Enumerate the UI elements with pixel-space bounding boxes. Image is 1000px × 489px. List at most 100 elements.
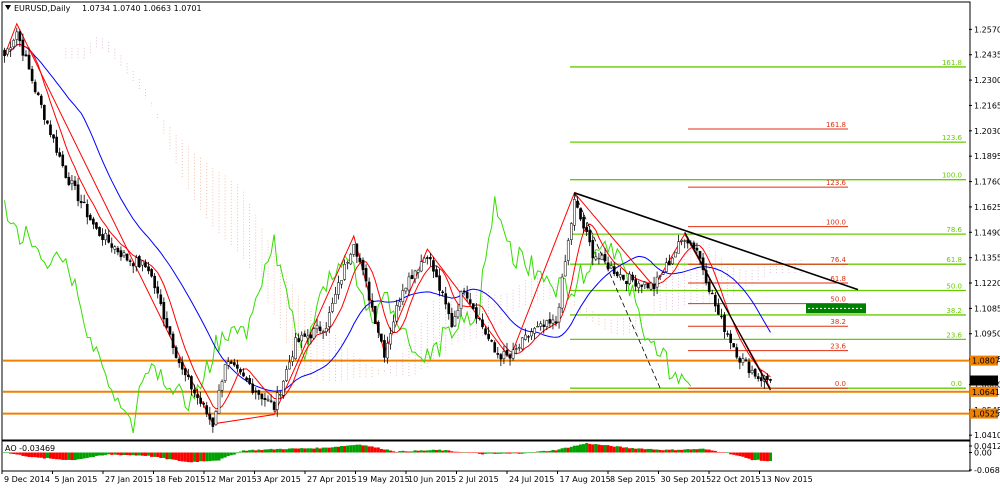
candle-body	[196, 394, 199, 398]
candle-body	[750, 370, 754, 374]
ao-bar	[128, 452, 132, 456]
y-tick-label: 1.1490	[974, 228, 1000, 237]
ao-bar	[542, 450, 546, 453]
ao-bar	[640, 448, 644, 453]
candle-body	[110, 243, 114, 248]
candle-body	[12, 39, 16, 48]
ao-bar	[189, 452, 193, 463]
y-tick-label: 1.2300	[974, 76, 1000, 85]
ao-bar	[196, 452, 200, 463]
ao-label: AO -0.03469	[5, 444, 55, 453]
ao-bar	[226, 452, 230, 457]
ao-bar	[70, 452, 74, 461]
candle-body	[536, 326, 539, 328]
y-tick-label: 1.2435	[974, 51, 1000, 60]
candle-body	[30, 68, 34, 82]
ao-bar	[303, 448, 307, 453]
ohlc-label: 1.0734 1.0740 1.0663 1.0701	[82, 4, 202, 13]
fib-green-label: 161.8	[942, 59, 962, 67]
y-tick-label: 1.0950	[974, 330, 1000, 339]
candle-body	[159, 294, 163, 305]
candle-body	[52, 134, 55, 139]
ao-bar	[306, 448, 310, 453]
ao-bar	[756, 452, 760, 460]
candle-body	[49, 124, 52, 135]
ao-bar	[600, 445, 604, 453]
ao-bar	[174, 452, 178, 460]
ao-bar	[140, 452, 144, 456]
ao-bar	[88, 452, 92, 458]
candle-body	[361, 259, 365, 271]
candle-body	[560, 276, 564, 309]
candle-body	[468, 299, 472, 304]
candle-body	[88, 214, 92, 221]
fib-red-label: 161.8	[826, 121, 846, 129]
ao-bar	[355, 444, 359, 453]
ao-bar	[768, 452, 772, 462]
candle-body	[282, 380, 285, 396]
ao-bar	[352, 445, 356, 453]
ao-bar	[575, 445, 579, 453]
candle-body	[447, 303, 451, 315]
candle-body	[753, 368, 757, 377]
candle-body	[628, 273, 631, 284]
candle-body	[263, 398, 267, 400]
ao-bar	[168, 452, 172, 460]
candle-body	[658, 275, 662, 277]
x-tick-label: 27 Jan 2015	[105, 475, 153, 484]
ao-bar	[61, 452, 65, 460]
ao-bar	[52, 452, 56, 459]
candle-body	[398, 301, 402, 307]
candle-body	[769, 379, 772, 381]
candle-body	[389, 333, 392, 345]
ao-bar	[716, 451, 720, 453]
ao-bar	[324, 447, 328, 453]
candle-body	[511, 349, 515, 359]
candle-body	[33, 81, 37, 93]
candle-body	[548, 319, 552, 324]
fib-green-label: 38.2	[946, 307, 962, 315]
candle-body	[410, 275, 414, 279]
candle-body	[634, 279, 637, 287]
ao-bar	[652, 449, 656, 453]
candle-body	[573, 199, 576, 226]
candle-body	[193, 389, 196, 394]
candle-body	[422, 257, 426, 263]
ao-bar	[459, 452, 463, 453]
ao-bar	[621, 447, 625, 453]
ao-bar	[741, 452, 745, 457]
candle-body	[585, 227, 588, 232]
ao-bar	[661, 450, 665, 453]
ao-bar	[85, 452, 89, 458]
fib-red-label: 23.6	[830, 343, 846, 351]
ao-bar	[719, 452, 723, 453]
candle-body	[465, 291, 469, 299]
ao-bar	[398, 451, 402, 453]
candle-body	[373, 305, 377, 324]
candle-body	[43, 104, 46, 120]
candle-body	[652, 283, 656, 290]
candle-body	[597, 257, 601, 260]
ao-bar	[695, 449, 699, 453]
candle-body	[331, 303, 334, 312]
candle-body	[220, 381, 224, 391]
ao-bar	[551, 449, 555, 453]
candle-body	[582, 217, 585, 229]
ao-bar	[484, 452, 488, 454]
ao-bar	[24, 452, 28, 457]
ao-bar	[101, 452, 105, 456]
ao-bar	[410, 451, 414, 453]
fib-red-label: 123.6	[826, 179, 847, 187]
ao-bar	[707, 449, 711, 453]
ao-bar	[628, 448, 632, 453]
ao-bar	[450, 451, 454, 453]
ao-bar	[146, 452, 151, 456]
ao-bar	[471, 452, 475, 454]
ao-bar	[370, 446, 374, 453]
candle-body	[180, 361, 184, 370]
candle-body	[557, 306, 561, 323]
candle-body	[165, 318, 169, 328]
ao-bar	[438, 449, 442, 453]
ao-bar	[474, 452, 478, 454]
ao-bar	[560, 448, 564, 453]
